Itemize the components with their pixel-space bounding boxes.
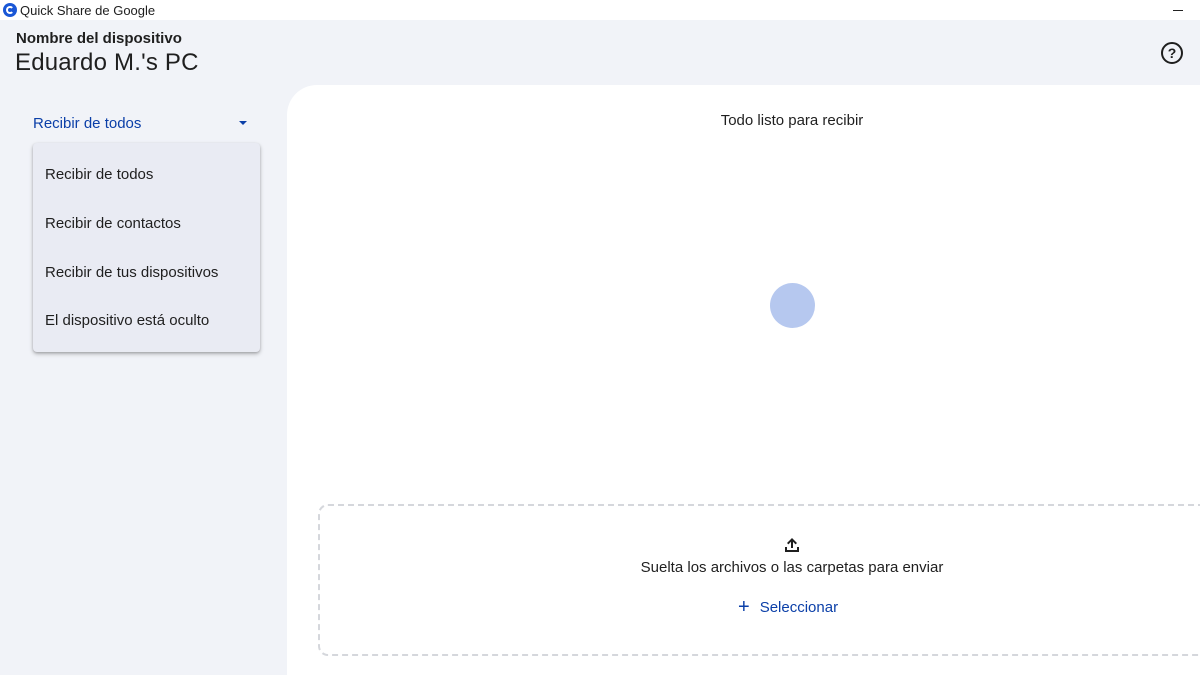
status-text: Todo listo para recibir [720,112,864,129]
visibility-selected-label: Recibir de todos [33,114,142,132]
help-icon: ? [1167,45,1177,61]
caret-down-icon [239,121,247,125]
window-title: Quick Share de Google [20,2,156,18]
minimize-icon [1173,9,1183,11]
drop-instructions: Suelta los archivos o las carpetas para … [640,559,944,576]
minimize-button[interactable] [1172,0,1184,20]
device-name: Eduardo M.'s PC [15,49,199,76]
menu-item-receive-everyone[interactable]: Recibir de todos [33,150,260,199]
upload-icon [785,538,799,552]
visibility-dropdown[interactable]: Recibir de todos [33,112,253,134]
receiving-indicator [770,283,815,328]
menu-item-hidden[interactable]: El dispositivo está oculto [33,296,260,345]
title-bar: Quick Share de Google [0,0,1200,20]
select-files-button[interactable]: + Seleccionar [738,596,838,618]
menu-item-receive-contacts[interactable]: Recibir de contactos [33,199,260,248]
plus-icon: + [738,596,750,618]
device-name-label: Nombre del dispositivo [16,30,182,47]
main-panel: Todo listo para recibir Suelta los archi… [287,85,1200,675]
select-files-label: Seleccionar [759,598,839,616]
quick-share-icon [3,3,17,17]
help-button[interactable]: ? [1161,42,1183,64]
visibility-menu: Recibir de todos Recibir de contactos Re… [33,143,260,352]
menu-item-receive-your-devices[interactable]: Recibir de tus dispositivos [33,248,260,297]
drop-zone[interactable] [318,504,1200,656]
